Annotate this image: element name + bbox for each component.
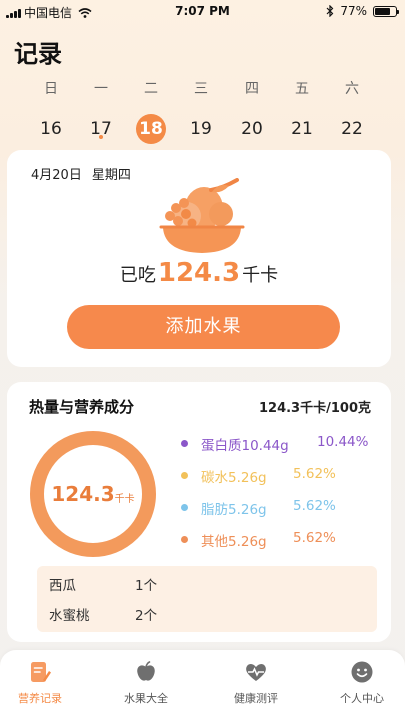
nutrition-total: 124.3千卡/100克 xyxy=(258,401,371,416)
status-bar: 中国电信 7:07 PM 77% xyxy=(0,0,405,22)
eaten-fruit-list: 西瓜 1个水蜜桃 2个 xyxy=(37,566,377,632)
weekday-label: 二 xyxy=(144,81,158,97)
date-number: 21 xyxy=(291,119,313,139)
weekday-label: 六 xyxy=(345,81,359,97)
date-number: 20 xyxy=(241,119,263,139)
status-right: 77% xyxy=(326,4,399,18)
nutrient-percent: 10.44% xyxy=(317,434,369,450)
tab-personal-center[interactable]: 个人中心 xyxy=(322,660,402,706)
weekday-label: 四 xyxy=(245,81,259,97)
tab-label: 健康测评 xyxy=(234,692,278,705)
nutrient-name: 蛋白质10.44g xyxy=(201,438,289,454)
nutrient-name: 碳水5.26g xyxy=(201,470,267,486)
nutrient-name: 脂肪5.26g xyxy=(201,502,267,518)
tab-health-assessment[interactable]: 健康测评 xyxy=(216,660,296,706)
fruit-name: 西瓜 xyxy=(49,578,76,594)
nutrient-item: 其他5.26g 5.62% xyxy=(181,530,391,550)
date-cell[interactable]: 18 xyxy=(131,114,171,144)
weekday-label: 日 xyxy=(44,81,58,97)
bluetooth-icon xyxy=(326,5,334,17)
legend-dot xyxy=(181,536,188,543)
date-number: 19 xyxy=(190,119,212,139)
page-title: 记录 xyxy=(14,40,62,68)
tab-fruit-encyclopedia[interactable]: 水果大全 xyxy=(106,660,186,706)
date-label: 4月20日 xyxy=(31,168,82,183)
legend-dot xyxy=(181,440,188,447)
tab-label: 水果大全 xyxy=(124,692,168,705)
nutrient-name: 其他5.26g xyxy=(201,534,267,550)
add-fruit-button[interactable]: 添加水果 xyxy=(67,305,340,349)
nutrient-percent: 5.62% xyxy=(293,466,336,482)
weekday-label: 三 xyxy=(194,81,208,97)
fruit-name: 水蜜桃 xyxy=(49,608,90,624)
nutrient-item: 碳水5.26g 5.62% xyxy=(181,466,391,486)
weekday-label: 一 xyxy=(94,81,108,97)
date-cell[interactable]: 20 xyxy=(232,114,272,144)
date-cell[interactable]: 21 xyxy=(282,114,322,144)
eaten-prefix: 已吃 xyxy=(119,265,156,286)
nutrition-title: 热量与营养成分 xyxy=(29,398,135,416)
summary-card: 4月20日 星期四 已吃124.3 千卡 添加水果 xyxy=(7,150,391,367)
nutrient-percent: 5.62% xyxy=(293,498,336,514)
date-cell[interactable]: 22 xyxy=(332,114,372,144)
apple-icon xyxy=(137,661,155,681)
tab-label: 营养记录 xyxy=(18,692,62,705)
calories-value: 124.3 xyxy=(157,258,241,288)
date-cell[interactable]: 16 xyxy=(31,114,71,144)
battery-fill xyxy=(375,7,391,15)
weekday-label: 星期四 xyxy=(91,168,131,183)
fruit-list-item: 水蜜桃 2个 xyxy=(49,604,349,624)
ring-value: 124.3 xyxy=(51,482,115,506)
tab-bar: 营养记录 水果大全 健康测评 个人中心 xyxy=(0,650,405,720)
card-date: 4月20日 星期四 xyxy=(31,164,131,183)
heartbeat-icon xyxy=(246,664,266,681)
date-number: 18 xyxy=(136,114,166,144)
date-number: 16 xyxy=(40,119,62,139)
calories-eaten: 已吃124.3 千卡 xyxy=(7,258,391,288)
battery-icon xyxy=(373,5,399,17)
smiley-face-icon xyxy=(351,661,373,683)
legend-dot xyxy=(181,472,188,479)
record-dot-indicator xyxy=(99,135,103,139)
nutrient-percent: 5.62% xyxy=(293,530,336,546)
ring-unit: 千卡 xyxy=(114,493,135,505)
battery-percent: 77% xyxy=(340,4,367,18)
date-cell[interactable]: 19 xyxy=(181,114,221,144)
nutrient-item: 脂肪5.26g 5.62% xyxy=(181,498,391,518)
weekday-row: 日一二三四五六 xyxy=(0,78,405,98)
calories-unit: 千卡 xyxy=(242,265,279,286)
legend-dot xyxy=(181,504,188,511)
nutrition-card: 热量与营养成分 124.3千卡/100克 124.3 千卡 蛋白质10.44g 10… xyxy=(7,382,391,642)
weekday-label: 五 xyxy=(295,81,309,97)
date-cell[interactable]: 17 xyxy=(81,114,121,144)
date-row: 16 17 18 19 20 21 22 xyxy=(0,114,405,144)
fruit-list-item: 西瓜 1个 xyxy=(49,574,349,594)
fruit-quantity: 2个 xyxy=(135,608,158,624)
tab-nutrition-record[interactable]: 营养记录 xyxy=(0,660,80,706)
ring-label: 124.3 千卡 xyxy=(29,430,157,558)
notebook-pencil-icon xyxy=(31,662,51,682)
fruit-basket-icon xyxy=(159,178,245,253)
tab-label: 个人中心 xyxy=(340,692,384,705)
nutrient-item: 蛋白质10.44g 10.44% xyxy=(181,434,391,454)
date-number: 22 xyxy=(341,119,363,139)
fruit-quantity: 1个 xyxy=(135,578,158,594)
